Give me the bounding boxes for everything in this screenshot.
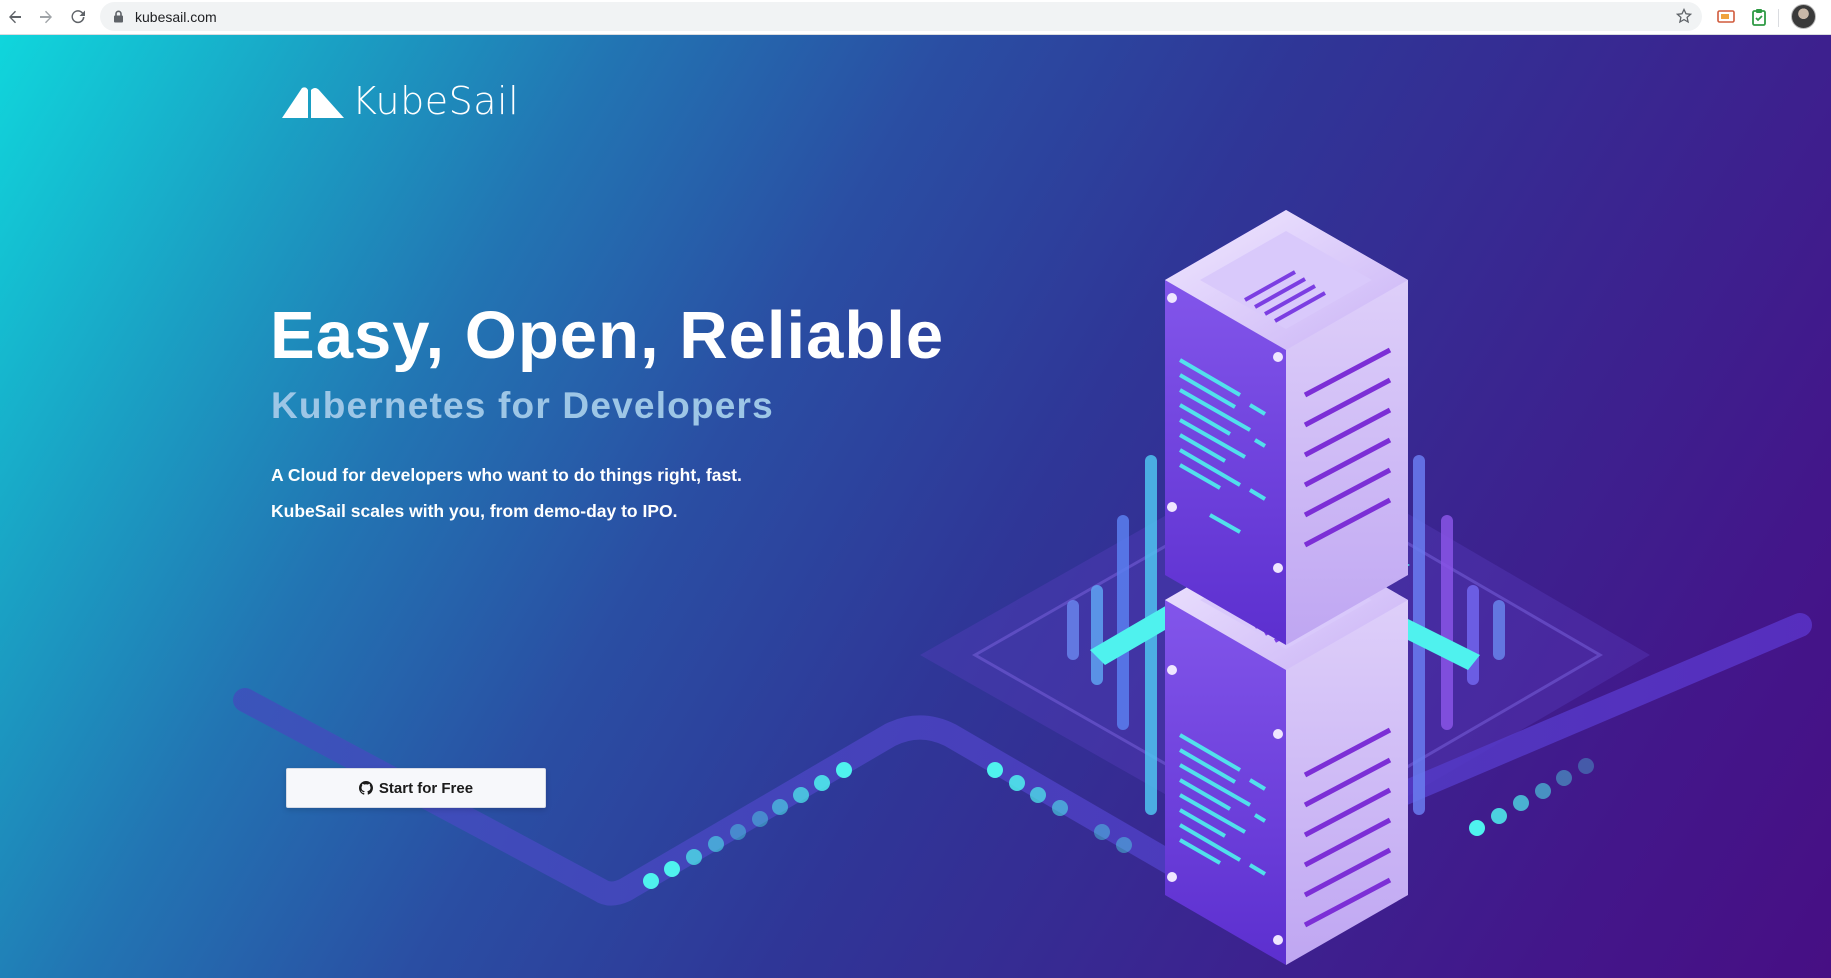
github-icon: [358, 781, 373, 795]
reload-button[interactable]: [65, 4, 91, 30]
profile-avatar[interactable]: [1791, 4, 1816, 29]
brand-name: KubeSail: [352, 79, 520, 123]
sail-logo-icon: [282, 87, 344, 118]
hero-section: KubeSail Easy, Open, Reliable Kubernetes…: [0, 35, 1831, 978]
arrow-right-icon: [40, 10, 52, 24]
arrow-left-icon: [9, 10, 21, 24]
forward-button[interactable]: [33, 4, 59, 30]
hero-tagline-2: KubeSail scales with you, from demo-day …: [271, 501, 678, 521]
extension-clipboard-icon[interactable]: [1747, 5, 1771, 29]
start-for-free-button[interactable]: Start for Free: [286, 768, 546, 808]
extension-cast-icon[interactable]: [1714, 5, 1738, 29]
back-button[interactable]: [2, 4, 28, 30]
reload-icon: [71, 10, 85, 24]
hero-tagline-1: A Cloud for developers who want to do th…: [271, 465, 742, 485]
bookmark-star-icon[interactable]: [1676, 8, 1692, 24]
cta-label: Start for Free: [378, 779, 474, 797]
toolbar-divider: [1778, 9, 1779, 27]
address-bar[interactable]: kubesail.com: [100, 2, 1702, 31]
lock-icon: [114, 10, 123, 23]
hero-headline: Easy, Open, Reliable: [270, 298, 945, 373]
kubesail-logo[interactable]: KubeSail: [282, 79, 519, 123]
browser-toolbar: kubesail.com: [0, 0, 1831, 35]
hero-subheadline: Kubernetes for Developers: [271, 385, 774, 426]
url-text[interactable]: kubesail.com: [135, 9, 217, 25]
